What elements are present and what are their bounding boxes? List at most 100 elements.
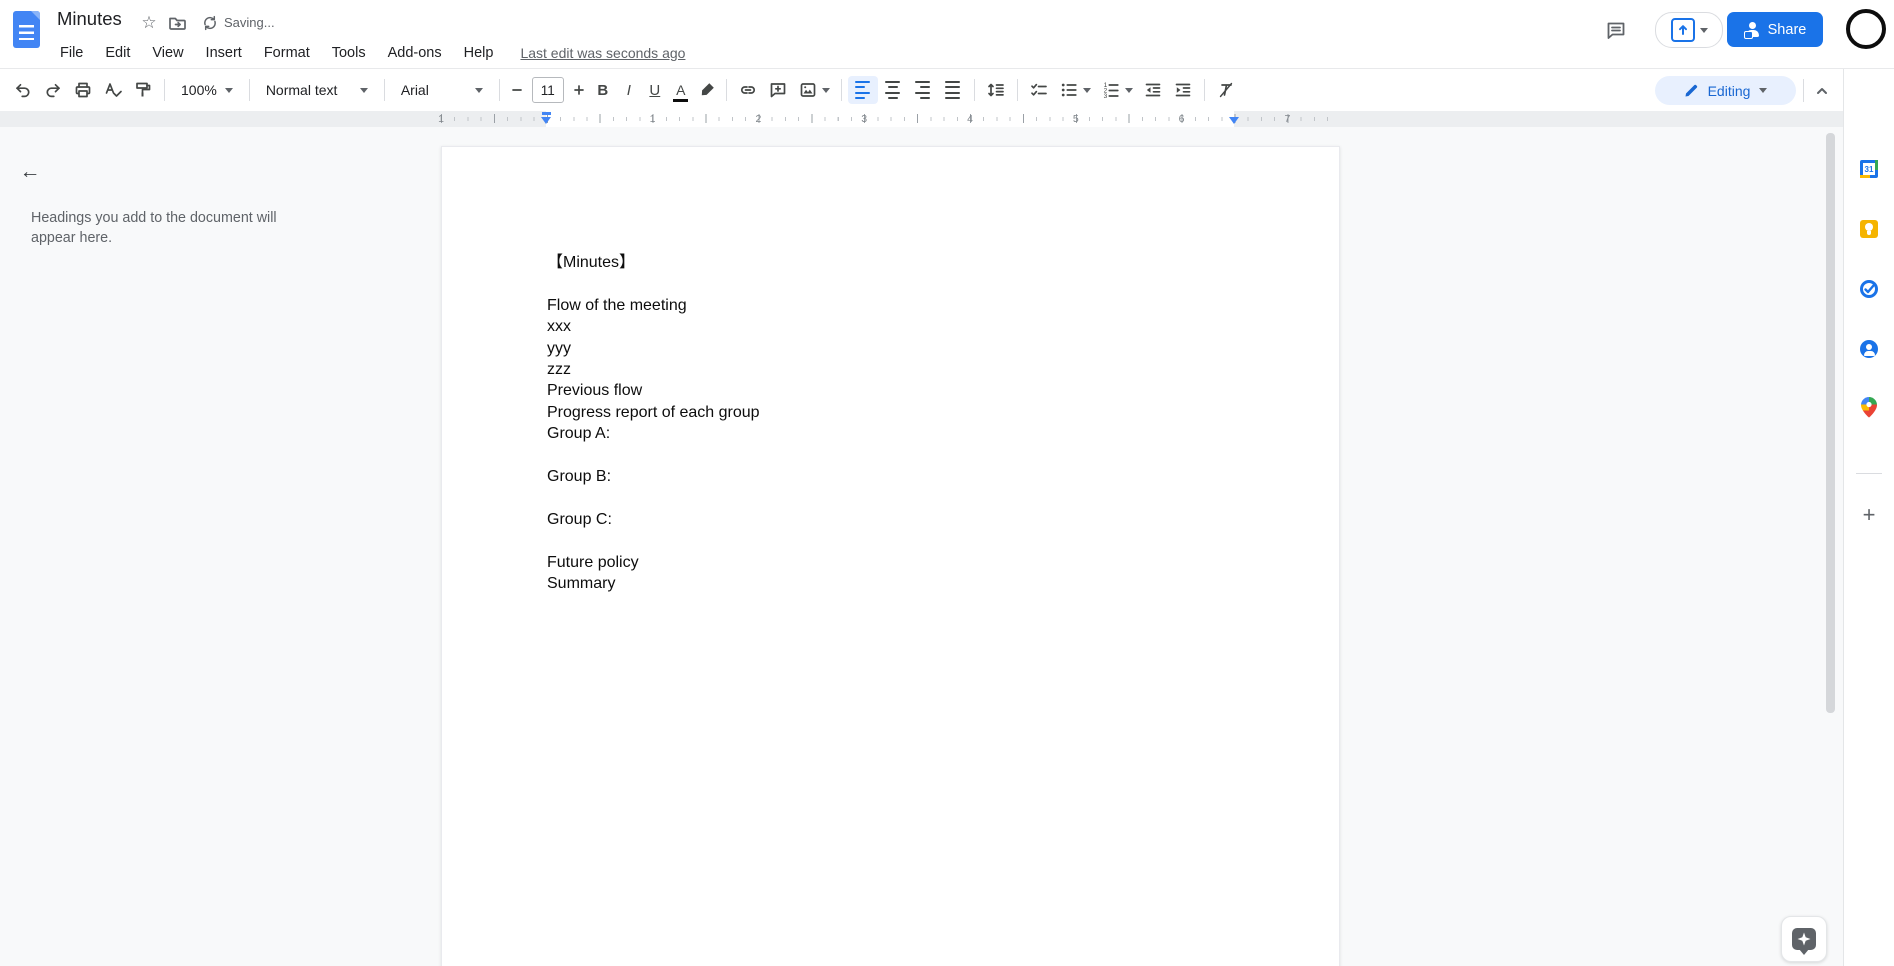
doc-line[interactable]: 【Minutes】: [547, 252, 1235, 273]
toolbar-divider: [840, 79, 842, 101]
doc-line[interactable]: Group B:: [547, 466, 1235, 487]
ruler-number: 3: [861, 113, 868, 125]
menu-addons[interactable]: Add-ons: [377, 42, 453, 64]
doc-line[interactable]: Flow of the meeting: [547, 295, 1235, 316]
present-dropdown-caret[interactable]: [1699, 27, 1708, 33]
doc-line[interactable]: [547, 273, 1235, 294]
font-size-input[interactable]: 11: [531, 77, 564, 103]
zoom-select[interactable]: 100%: [171, 76, 243, 104]
align-right-button[interactable]: [908, 76, 938, 104]
toolbar-divider: [248, 79, 250, 101]
doc-line[interactable]: [547, 487, 1235, 508]
toolbar: 100% Normal text Arial 11 B I U A 1 2 3: [0, 69, 1843, 111]
doc-line[interactable]: Group C:: [547, 509, 1235, 530]
numbered-list-button[interactable]: 1 2 3: [1096, 76, 1138, 104]
justify-button[interactable]: [938, 76, 968, 104]
clear-formatting-button[interactable]: [1211, 76, 1241, 104]
font-caret-icon: [474, 87, 483, 93]
checklist-button[interactable]: [1024, 76, 1054, 104]
print-icon: [75, 82, 91, 98]
sidebar-item-contacts[interactable]: [1857, 337, 1881, 361]
sidebar-item-calendar[interactable]: 31: [1857, 157, 1881, 181]
present-button[interactable]: [1655, 12, 1723, 48]
image-dropdown-caret[interactable]: [821, 87, 830, 93]
sidebar-item-keep[interactable]: [1857, 217, 1881, 241]
toolbar-divider: [1016, 79, 1018, 101]
get-addons-button[interactable]: +: [1863, 502, 1876, 528]
doc-line[interactable]: Summary: [547, 573, 1235, 594]
doc-line[interactable]: [547, 445, 1235, 466]
bold-button[interactable]: B: [590, 76, 616, 104]
menu-edit[interactable]: Edit: [94, 42, 141, 64]
increase-indent-icon: [1175, 83, 1191, 97]
first-line-indent-marker[interactable]: [542, 112, 551, 115]
bulleted-list-caret[interactable]: [1082, 87, 1091, 93]
text-color-button[interactable]: A: [668, 76, 694, 104]
doc-line[interactable]: Group A:: [547, 423, 1235, 444]
close-outline-button[interactable]: ←: [14, 156, 46, 188]
decrease-font-size-button[interactable]: [506, 76, 528, 104]
line-spacing-button[interactable]: [981, 76, 1011, 104]
redo-button[interactable]: [38, 76, 68, 104]
underline-button[interactable]: U: [642, 76, 668, 104]
insert-link-button[interactable]: [733, 76, 763, 104]
doc-line[interactable]: yyy: [547, 338, 1235, 359]
sidebar-item-maps[interactable]: [1857, 395, 1881, 419]
insert-image-button[interactable]: [793, 76, 835, 104]
bulleted-list-button[interactable]: [1054, 76, 1096, 104]
vertical-scrollbar[interactable]: [1826, 133, 1835, 713]
menu-format[interactable]: Format: [253, 42, 321, 64]
doc-line[interactable]: Future policy: [547, 552, 1235, 573]
menu-bar: File Edit View Insert Format Tools Add-o…: [49, 42, 685, 64]
numbered-list-caret[interactable]: [1124, 87, 1133, 93]
account-avatar[interactable]: [1846, 9, 1886, 49]
right-indent-marker[interactable]: [1229, 117, 1239, 124]
document-body[interactable]: 【Minutes】 Flow of the meeting xxx yyy zz…: [547, 252, 1235, 594]
last-edit-link[interactable]: Last edit was seconds ago: [520, 45, 685, 61]
menu-insert[interactable]: Insert: [195, 42, 253, 64]
undo-button[interactable]: [8, 76, 38, 104]
ruler-number: 5: [1072, 113, 1079, 125]
editing-mode-select[interactable]: Editing: [1655, 76, 1796, 105]
saving-status: Saving...: [224, 15, 275, 30]
document-title[interactable]: Minutes: [57, 8, 122, 30]
paint-format-button[interactable]: [128, 76, 158, 104]
hide-menus-button[interactable]: [1808, 77, 1836, 105]
toolbar-divider: [498, 79, 500, 101]
menu-tools[interactable]: Tools: [321, 42, 377, 64]
open-comment-history-button[interactable]: [1600, 14, 1632, 46]
image-icon: [800, 83, 816, 97]
paragraph-style-select[interactable]: Normal text: [256, 76, 378, 104]
align-center-button[interactable]: [878, 76, 908, 104]
zoom-value: 100%: [181, 82, 217, 98]
move-to-folder-button[interactable]: [166, 12, 188, 34]
doc-line[interactable]: [547, 530, 1235, 551]
left-indent-marker[interactable]: [541, 117, 551, 124]
document-page[interactable]: 【Minutes】 Flow of the meeting xxx yyy zz…: [441, 146, 1340, 966]
ruler-number: 4: [967, 113, 973, 125]
increase-font-size-button[interactable]: [568, 76, 590, 104]
sidebar-item-tasks[interactable]: [1857, 277, 1881, 301]
doc-line[interactable]: Progress report of each group: [547, 402, 1235, 423]
decrease-indent-button[interactable]: [1138, 76, 1168, 104]
docs-logo-icon[interactable]: [13, 11, 40, 48]
menu-help[interactable]: Help: [453, 42, 505, 64]
align-center-icon: [885, 80, 901, 101]
explore-button[interactable]: [1781, 916, 1827, 962]
highlight-color-button[interactable]: [694, 76, 720, 104]
print-button[interactable]: [68, 76, 98, 104]
add-comment-button[interactable]: [763, 76, 793, 104]
present-icon: [1670, 18, 1695, 42]
align-left-button[interactable]: [847, 76, 878, 104]
menu-view[interactable]: View: [141, 42, 194, 64]
doc-line[interactable]: Previous flow: [547, 380, 1235, 401]
doc-line[interactable]: zzz: [547, 359, 1235, 380]
doc-line[interactable]: xxx: [547, 316, 1235, 337]
italic-button[interactable]: I: [616, 76, 642, 104]
share-button[interactable]: Share: [1727, 12, 1823, 47]
font-select[interactable]: Arial: [391, 76, 493, 104]
menu-file[interactable]: File: [49, 42, 94, 64]
spelling-check-button[interactable]: [98, 76, 128, 104]
increase-indent-button[interactable]: [1168, 76, 1198, 104]
star-button[interactable]: ☆: [138, 12, 160, 34]
